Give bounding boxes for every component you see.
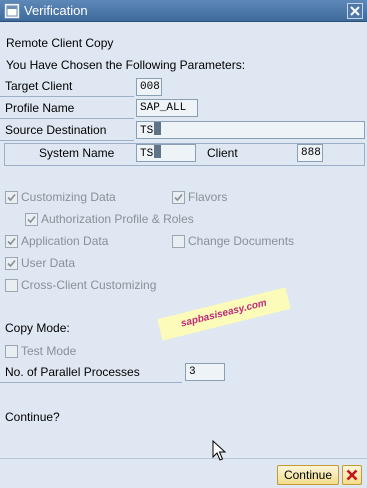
flavors-label: Flavors — [188, 190, 228, 204]
client-label: Client — [202, 145, 292, 164]
cancel-button[interactable] — [342, 465, 362, 485]
customizing-data-checkbox[interactable]: Customizing Data — [5, 189, 116, 205]
checkbox-checked-icon — [5, 234, 18, 248]
text-cursor — [154, 122, 162, 135]
checkbox-checked-icon — [172, 190, 185, 204]
checkbox-checked-icon — [5, 190, 18, 204]
header-line-1: Remote Client Copy — [6, 36, 114, 50]
close-icon — [350, 6, 360, 16]
client-field[interactable]: 888 — [297, 144, 323, 162]
system-name-label: System Name — [34, 145, 134, 164]
checkbox-checked-icon — [5, 256, 18, 270]
system-name-field[interactable]: TS — [136, 144, 196, 162]
application-data-checkbox[interactable]: Application Data — [5, 233, 108, 249]
copy-mode-label: Copy Mode: — [5, 321, 70, 335]
application-data-label: Application Data — [21, 234, 109, 248]
mouse-pointer-icon — [212, 440, 226, 461]
source-destination-value: TS — [140, 125, 154, 137]
change-documents-label: Change Documents — [188, 234, 295, 248]
header-line-2: You Have Chosen the Following Parameters… — [6, 58, 246, 72]
test-mode-label: Test Mode — [21, 344, 77, 358]
profile-name-field[interactable]: SAP_ALL — [136, 99, 198, 117]
checkbox-checked-icon — [25, 212, 38, 226]
window-title: Verification — [24, 3, 88, 18]
continue-button[interactable]: Continue — [277, 465, 339, 485]
cancel-x-icon — [346, 469, 358, 481]
test-mode-checkbox[interactable]: Test Mode — [5, 343, 76, 359]
source-destination-field[interactable]: TS — [136, 121, 365, 139]
dialog-toolbar: Continue — [0, 458, 367, 488]
parallel-processes-field[interactable]: 3 — [185, 363, 225, 381]
profile-name-label: Profile Name — [0, 100, 134, 119]
checkbox-unchecked-icon — [5, 278, 18, 292]
dialog-content: Remote Client Copy You Have Chosen the F… — [0, 22, 367, 458]
system-name-value: TS — [140, 148, 154, 160]
flavors-checkbox[interactable]: Flavors — [172, 189, 227, 205]
checkbox-unchecked-icon — [172, 234, 185, 248]
title-bar: Verification — [0, 0, 367, 22]
parallel-processes-label: No. of Parallel Processes — [0, 364, 182, 383]
authorization-profile-label: Authorization Profile & Roles — [41, 212, 194, 226]
authorization-profile-checkbox[interactable]: Authorization Profile & Roles — [25, 211, 194, 227]
change-documents-checkbox[interactable]: Change Documents — [172, 233, 294, 249]
checkbox-unchecked-icon — [5, 344, 18, 358]
app-window-icon — [4, 3, 20, 19]
target-client-field[interactable]: 008 — [136, 78, 162, 96]
customizing-data-label: Customizing Data — [21, 190, 116, 204]
cross-client-checkbox[interactable]: Cross-Client Customizing — [5, 277, 156, 293]
source-destination-label: Source Destination — [0, 122, 134, 141]
continue-prompt: Continue? — [5, 410, 60, 424]
close-window-button[interactable] — [347, 3, 363, 19]
user-data-checkbox[interactable]: User Data — [5, 255, 75, 271]
user-data-label: User Data — [21, 256, 76, 270]
target-client-label: Target Client — [0, 78, 134, 97]
cross-client-label: Cross-Client Customizing — [21, 278, 157, 292]
text-cursor — [154, 145, 162, 158]
